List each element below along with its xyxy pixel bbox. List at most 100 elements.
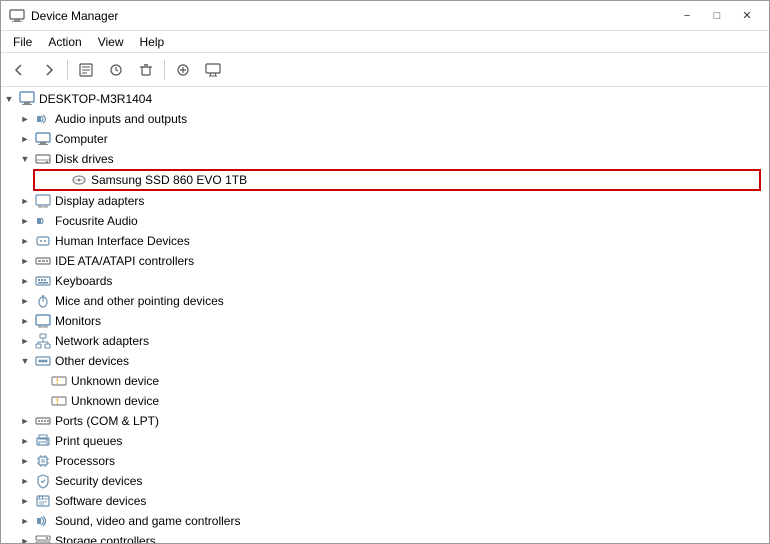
hid-label: Human Interface Devices: [53, 234, 190, 248]
mice-icon: [35, 293, 51, 309]
storage-label: Storage controllers: [53, 534, 156, 543]
disk-drives-toggle[interactable]: ▼: [17, 151, 33, 167]
list-item[interactable]: ► Sound, video and game controllers: [1, 511, 769, 531]
hdd-icon: [71, 172, 87, 188]
focusrite-label: Focusrite Audio: [53, 214, 138, 228]
mice-toggle[interactable]: ►: [17, 293, 33, 309]
security-label: Security devices: [53, 474, 142, 488]
menu-help[interactable]: Help: [132, 33, 173, 51]
print-toggle[interactable]: ►: [17, 433, 33, 449]
network-label: Network adapters: [53, 334, 149, 348]
computer-toggle[interactable]: ►: [17, 131, 33, 147]
monitor-button[interactable]: [199, 57, 227, 83]
computer-label: Computer: [53, 132, 108, 146]
computer-small-icon: [35, 131, 51, 147]
toolbar-separator-2: [164, 60, 165, 80]
monitors-toggle[interactable]: ►: [17, 313, 33, 329]
title-bar-text: Device Manager: [31, 9, 118, 23]
title-bar: Device Manager − □ ✕: [1, 1, 769, 31]
audio-toggle[interactable]: ►: [17, 111, 33, 127]
list-item[interactable]: ► Computer: [1, 129, 769, 149]
list-item[interactable]: ► Display adapters: [1, 191, 769, 211]
list-item[interactable]: ► Network adapters: [1, 331, 769, 351]
close-button[interactable]: ✕: [733, 6, 761, 26]
focusrite-toggle[interactable]: ►: [17, 213, 33, 229]
list-item[interactable]: ► Software devices: [1, 491, 769, 511]
root-label: DESKTOP-M3R1404: [37, 92, 152, 106]
list-item[interactable]: ► Storage controllers: [1, 531, 769, 543]
title-bar-icon: [9, 8, 25, 24]
ide-label: IDE ATA/ATAPI controllers: [53, 254, 194, 268]
network-toggle[interactable]: ►: [17, 333, 33, 349]
back-button[interactable]: [5, 57, 33, 83]
uninstall-button[interactable]: [132, 57, 160, 83]
list-item[interactable]: ► Audio inputs and outputs: [1, 109, 769, 129]
software-icon: [35, 493, 51, 509]
no-toggle: [53, 172, 69, 188]
display-label: Display adapters: [53, 194, 144, 208]
menu-view[interactable]: View: [90, 33, 132, 51]
samsung-ssd-label: Samsung SSD 860 EVO 1TB: [89, 173, 247, 187]
minimize-button[interactable]: −: [673, 6, 701, 26]
list-item[interactable]: ► Keyboards: [1, 271, 769, 291]
list-item[interactable]: ► Focusrite Audio: [1, 211, 769, 231]
audio-label: Audio inputs and outputs: [53, 112, 187, 126]
software-label: Software devices: [53, 494, 146, 508]
processors-toggle[interactable]: ►: [17, 453, 33, 469]
scan-hardware-button[interactable]: [169, 57, 197, 83]
display-toggle[interactable]: ►: [17, 193, 33, 209]
network-icon: [35, 333, 51, 349]
other-icon: [35, 353, 51, 369]
processors-label: Processors: [53, 454, 115, 468]
other-toggle[interactable]: ▼: [17, 353, 33, 369]
ide-toggle[interactable]: ►: [17, 253, 33, 269]
other-devices-label: Other devices: [53, 354, 129, 368]
menu-bar: File Action View Help: [1, 31, 769, 53]
unknown-device-2-label: Unknown device: [69, 394, 159, 408]
no-toggle: [33, 393, 49, 409]
monitors-icon: [35, 313, 51, 329]
list-item[interactable]: ► Print queues: [1, 431, 769, 451]
tree-root[interactable]: ▼ DESKTOP-M3R1404: [1, 89, 769, 109]
ports-icon: [35, 413, 51, 429]
list-item[interactable]: ► Security devices: [1, 471, 769, 491]
sound-label: Sound, video and game controllers: [53, 514, 240, 528]
unknown-device-icon-1: !: [51, 373, 67, 389]
svg-text:!: !: [56, 397, 59, 406]
list-item[interactable]: ► Monitors: [1, 311, 769, 331]
sound-toggle[interactable]: ►: [17, 513, 33, 529]
root-toggle[interactable]: ▼: [1, 91, 17, 107]
storage-toggle[interactable]: ►: [17, 533, 33, 543]
audio-icon: [35, 111, 51, 127]
title-bar-left: Device Manager: [9, 8, 118, 24]
ports-toggle[interactable]: ►: [17, 413, 33, 429]
security-icon: [35, 473, 51, 489]
keyboard-toggle[interactable]: ►: [17, 273, 33, 289]
maximize-button[interactable]: □: [703, 6, 731, 26]
device-manager-window: Device Manager − □ ✕ File Action View He…: [0, 0, 770, 544]
menu-action[interactable]: Action: [40, 33, 89, 51]
list-item[interactable]: ► Processors: [1, 451, 769, 471]
list-item[interactable]: ► Mice and other pointing devices: [1, 291, 769, 311]
other-devices-item[interactable]: ▼ Other devices: [1, 351, 769, 371]
svg-text:!: !: [56, 377, 59, 386]
unknown-device-2-item[interactable]: ! Unknown device: [1, 391, 769, 411]
tree-area[interactable]: ▼ DESKTOP-M3R1404 ► Audio inp: [1, 87, 769, 543]
disk-drives-item[interactable]: ▼ Disk drives: [1, 149, 769, 169]
update-driver-button[interactable]: [102, 57, 130, 83]
list-item[interactable]: ► Ports (COM & LPT): [1, 411, 769, 431]
toolbar: [1, 53, 769, 87]
forward-button[interactable]: [35, 57, 63, 83]
print-label: Print queues: [53, 434, 122, 448]
security-toggle[interactable]: ►: [17, 473, 33, 489]
ports-label: Ports (COM & LPT): [53, 414, 159, 428]
menu-file[interactable]: File: [5, 33, 40, 51]
list-item[interactable]: ► Human Interface Devices: [1, 231, 769, 251]
hid-toggle[interactable]: ►: [17, 233, 33, 249]
unknown-device-1-item[interactable]: ! Unknown device: [1, 371, 769, 391]
samsung-ssd-item[interactable]: Samsung SSD 860 EVO 1TB: [33, 169, 761, 191]
list-item[interactable]: ► IDE ATA/ATAPI controllers: [1, 251, 769, 271]
software-toggle[interactable]: ►: [17, 493, 33, 509]
properties-button[interactable]: [72, 57, 100, 83]
ide-icon: [35, 253, 51, 269]
